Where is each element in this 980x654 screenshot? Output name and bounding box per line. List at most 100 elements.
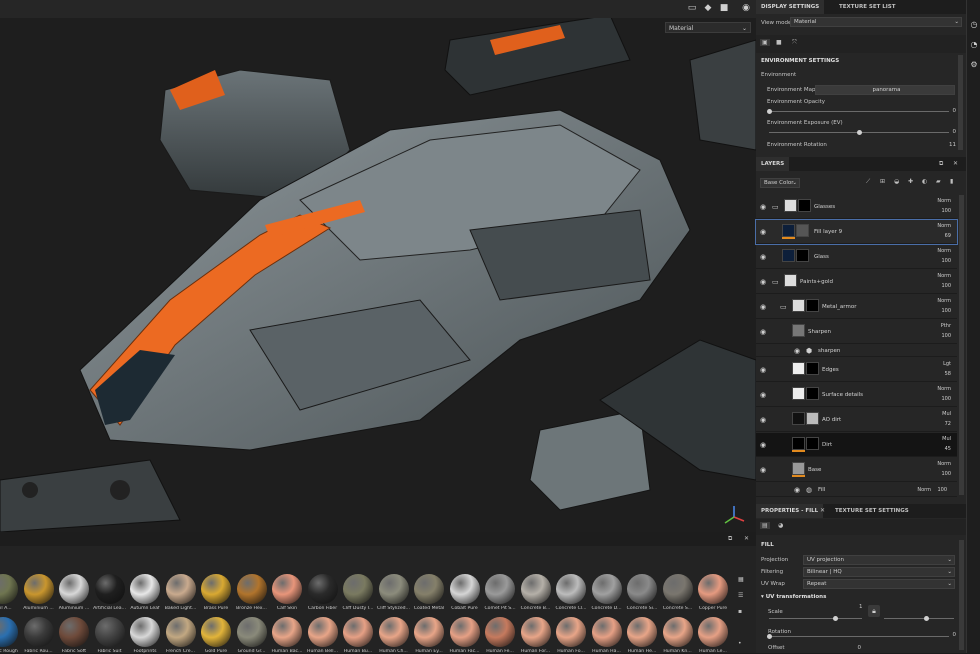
material-swatch[interactable] [272, 617, 302, 647]
lock-icon[interactable]: 🔒︎ [868, 605, 880, 617]
eye-icon[interactable]: ◉ [760, 253, 766, 261]
layer-opacity[interactable]: 100 [941, 471, 951, 477]
material-swatch[interactable] [520, 574, 551, 604]
material-swatch[interactable] [378, 574, 409, 604]
layer-opacity[interactable]: 100 [937, 487, 947, 493]
material-swatch[interactable] [485, 574, 515, 604]
material-swatch[interactable] [236, 617, 267, 647]
material-swatch[interactable] [414, 617, 444, 647]
delete-icon[interactable]: ▮ [950, 178, 953, 185]
zoom-icon[interactable]: ▪ [738, 608, 742, 615]
eye-icon[interactable]: ◉ [794, 486, 800, 494]
material-swatch[interactable] [307, 617, 338, 647]
properties-scrollbar[interactable] [959, 540, 964, 650]
eye-icon[interactable]: ◉ [760, 203, 766, 211]
layer-blend[interactable]: Norm [937, 248, 951, 254]
material-swatch[interactable] [165, 617, 196, 647]
layers-scrollbar[interactable] [959, 195, 964, 495]
material-swatch[interactable] [378, 617, 409, 647]
layer-opacity[interactable]: 72 [945, 421, 951, 427]
material-swatch[interactable] [59, 574, 89, 604]
scale-slider-v[interactable] [884, 618, 954, 619]
layer-row[interactable]: ◉ Glass Norm 100 [756, 245, 957, 269]
uvwrap-dropdown[interactable]: Repeat ⌄ [803, 579, 955, 589]
tab-texture-set-settings[interactable]: TEXTURE SET SETTINGS [830, 504, 914, 518]
eye-icon[interactable]: ◉ [760, 366, 766, 374]
layer-opacity[interactable]: 69 [945, 233, 951, 239]
material-swatch[interactable] [698, 574, 728, 604]
environment-opacity-knob[interactable] [767, 109, 772, 114]
eye-icon[interactable]: ◉ [794, 347, 800, 355]
add-layer-icon[interactable]: ⊞ [880, 178, 885, 185]
add-mask-icon[interactable]: ◐ [922, 178, 927, 185]
material-swatch[interactable] [130, 617, 160, 647]
layer-blend[interactable]: Lgt [943, 361, 951, 367]
layer-opacity[interactable]: 100 [941, 308, 951, 314]
add-effect-icon[interactable]: ✚ [908, 178, 913, 185]
scale-slider[interactable] [769, 618, 862, 619]
material-swatch[interactable] [591, 574, 622, 604]
layer-opacity[interactable]: 45 [945, 446, 951, 452]
popout-icon[interactable]: ⧉ [939, 160, 943, 168]
material-swatch[interactable] [0, 617, 18, 647]
image-icon[interactable]: ▣ [760, 39, 770, 46]
layer-properties-icon[interactable]: ▤ [760, 522, 770, 529]
material-swatch[interactable] [307, 574, 338, 604]
material-swatch[interactable] [236, 574, 267, 604]
layer-opacity[interactable]: 100 [941, 258, 951, 264]
eye-icon[interactable]: ◉ [760, 328, 766, 336]
material-swatch[interactable] [201, 574, 231, 604]
layer-blend[interactable]: Norm [937, 198, 951, 204]
material-swatch[interactable] [343, 617, 373, 647]
material-swatch[interactable] [662, 617, 693, 647]
grid-view-icon[interactable]: ▦ [738, 576, 744, 583]
layer-row[interactable]: ◉ ▭ Paints+gold Norm 100 [756, 270, 957, 294]
material-swatch[interactable] [449, 617, 480, 647]
history-icon[interactable]: ◷ [969, 20, 979, 30]
eye-icon[interactable]: ◉ [760, 303, 766, 311]
close-icon[interactable]: ✕ [820, 507, 825, 514]
add-fill-icon[interactable]: ◒ [894, 178, 899, 185]
material-swatch[interactable] [59, 617, 89, 647]
layer-opacity[interactable]: 100 [941, 396, 951, 402]
layer-blend[interactable]: Norm [937, 223, 951, 229]
material-swatch[interactable] [272, 574, 302, 604]
material-swatch[interactable] [627, 574, 657, 604]
material-swatch[interactable] [414, 574, 444, 604]
expand-icon[interactable]: ⤧ [792, 39, 797, 47]
tab-display-settings[interactable]: DISPLAY SETTINGS [756, 0, 825, 14]
material-swatch[interactable] [662, 574, 693, 604]
material-swatch[interactable] [627, 617, 657, 647]
view-mode-dropdown[interactable]: Material ⌄ [790, 17, 962, 27]
material-swatch[interactable] [449, 574, 480, 604]
material-swatch[interactable] [201, 617, 231, 647]
close-icon[interactable]: ✕ [953, 160, 958, 167]
material-swatch[interactable] [698, 617, 728, 647]
display-scrollbar[interactable] [958, 55, 963, 150]
material-swatch[interactable] [520, 617, 551, 647]
eye-icon[interactable]: ◉ [760, 391, 766, 399]
environment-map-field[interactable]: panorama [815, 85, 955, 95]
layer-blend[interactable]: Mul [942, 436, 951, 442]
material-swatch[interactable] [23, 617, 54, 647]
eye-icon[interactable]: ◉ [760, 416, 766, 424]
layer-row[interactable]: ◉ Sharpen Pthr 100 [756, 320, 957, 344]
layer-blend[interactable]: Norm [937, 461, 951, 467]
tab-texture-set-list[interactable]: TEXTURE SET LIST [834, 0, 901, 14]
eye-icon[interactable]: ◉ [760, 228, 766, 236]
layer-blend[interactable]: Mul [942, 411, 951, 417]
slider-icon[interactable]: • [738, 640, 742, 647]
layer-row[interactable]: ◉ Edges Lgt 58 [756, 358, 957, 382]
screenshot-icon[interactable]: ◉ [740, 2, 752, 14]
layer-row[interactable]: ◉ ▭ Glasses Norm 100 [756, 195, 957, 219]
layer-opacity[interactable]: 100 [941, 208, 951, 214]
eye-icon[interactable]: ◉ [760, 441, 766, 449]
layer-blend[interactable]: Norm [937, 273, 951, 279]
clock-icon[interactable]: ◔ [969, 40, 979, 50]
3d-viewport[interactable]: ▭ ◆ ■ ◉ Material ⌄ [0, 0, 756, 532]
material-swatch[interactable] [165, 574, 196, 604]
projection-dropdown[interactable]: UV projection ⌄ [803, 555, 955, 565]
layer-opacity[interactable]: 100 [941, 333, 951, 339]
layer-row[interactable]: ◉ ⬢ sharpen [756, 345, 957, 357]
eye-icon[interactable]: ◉ [760, 278, 766, 286]
